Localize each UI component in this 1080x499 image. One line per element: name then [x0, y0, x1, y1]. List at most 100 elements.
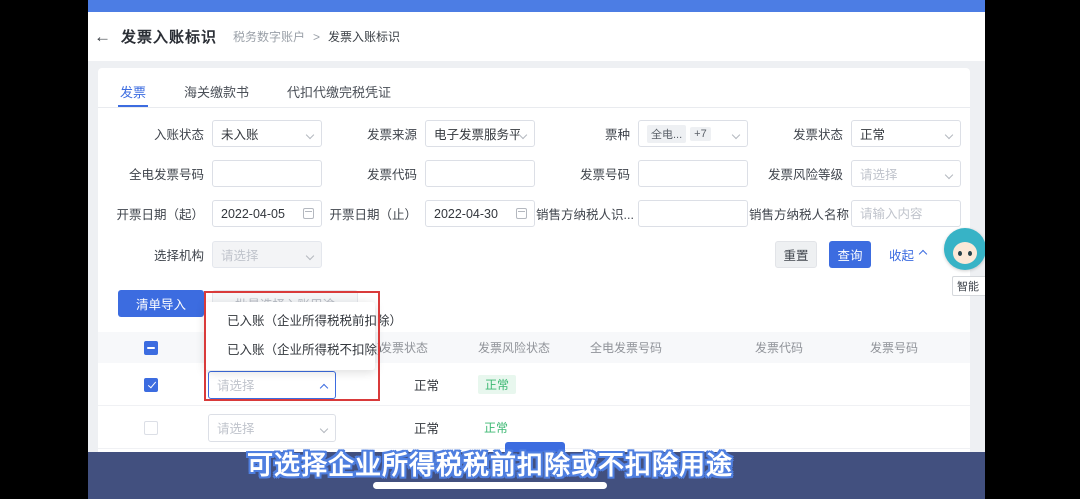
invoice-status-select[interactable]: 正常: [851, 120, 961, 147]
mascot-avatar: [944, 228, 985, 270]
filter-einvoice-number: 全电发票号码: [110, 160, 323, 187]
filter-row-1: 入账状态 未入账 发票来源 电子发票服务平台 票种: [110, 120, 962, 147]
date-start-value: 2022-04-05: [221, 207, 285, 221]
dropdown-option-deductible[interactable]: 已入账（企业所得税税前扣除）: [205, 307, 375, 336]
seller-name-input[interactable]: [860, 207, 952, 221]
invoice-source-label: 发票来源: [323, 124, 425, 143]
row-risk-badge: 正常: [478, 375, 516, 394]
query-button[interactable]: 查询: [829, 241, 871, 268]
chevron-down-icon: [519, 131, 527, 139]
risk-level-label: 发票风险等级: [749, 164, 851, 183]
filter-invoice-status: 发票状态 正常: [749, 120, 962, 147]
row-usage-placeholder: 请选择: [217, 375, 255, 394]
date-start-picker[interactable]: 2022-04-05: [212, 200, 322, 227]
col-einvoice-number: 全电发票号码: [588, 339, 753, 356]
chevron-down-icon: [945, 171, 953, 179]
chevron-down-icon: [320, 424, 328, 432]
invoice-number-input[interactable]: [647, 167, 739, 181]
col-invoice-code: 发票代码: [753, 339, 868, 356]
invoice-number-inputbox: [638, 160, 748, 187]
filter-date-start: 开票日期（起） 2022-04-05: [110, 200, 323, 227]
filter-row-4: 选择机构 请选择 重置 查询 收起: [110, 240, 962, 268]
list-import-button[interactable]: 清单导入: [118, 290, 204, 317]
back-arrow-icon[interactable]: ←: [94, 27, 111, 47]
invoice-code-inputbox: [425, 160, 535, 187]
organization-select[interactable]: 请选择: [212, 241, 322, 268]
organization-label: 选择机构: [110, 245, 212, 264]
tab-withholding[interactable]: 代扣代缴完税凭证: [285, 76, 393, 107]
filter-panel: 入账状态 未入账 发票来源 电子发票服务平台 票种: [110, 120, 962, 268]
invoice-status-label: 发票状态: [749, 124, 851, 143]
row-usage-select[interactable]: 请选择: [208, 414, 336, 442]
ticket-type-label: 票种: [536, 124, 638, 143]
seller-taxid-input[interactable]: [647, 207, 739, 221]
seller-name-label: 销售方纳税人名称: [749, 204, 851, 223]
letterbox-left: [0, 0, 88, 499]
screen: ← 发票入账标识 税务数字账户 > 发票入账标识 发票 海关缴款书 代扣代缴完税…: [0, 0, 1080, 499]
main-card: 发票 海关缴款书 代扣代缴完税凭证 入账状态 未入账 发票来源 电子发: [98, 68, 970, 499]
ticket-type-tag: 全电...: [647, 125, 686, 143]
video-progress-bar[interactable]: [373, 482, 607, 489]
filter-entry-status: 入账状态 未入账: [110, 120, 323, 147]
usage-dropdown-panel: 已入账（企业所得税税前扣除） 已入账（企业所得税不扣除）: [205, 302, 375, 370]
einvoice-number-inputbox: [212, 160, 322, 187]
mascot-eye-icon: [968, 251, 972, 256]
collapse-link[interactable]: 收起: [889, 245, 926, 264]
tab-invoice[interactable]: 发票: [118, 76, 148, 107]
einvoice-number-label: 全电发票号码: [110, 164, 212, 183]
breadcrumb-separator-icon: >: [313, 30, 320, 44]
chevron-up-icon: [919, 250, 927, 258]
tab-customs[interactable]: 海关缴款书: [182, 76, 251, 107]
date-end-label: 开票日期（止）: [323, 204, 425, 223]
dropdown-option-nondeductible[interactable]: 已入账（企业所得税不扣除）: [205, 336, 375, 365]
row-risk-text: 正常: [478, 421, 508, 435]
tab-bar: 发票 海关缴款书 代扣代缴完税凭证: [98, 76, 970, 108]
mascot-face: [953, 242, 977, 264]
row-invoice-status: 正常: [376, 375, 476, 394]
video-subtitle-bar: 可选择企业所得税税前扣除或不扣除用途: [88, 452, 985, 499]
ticket-type-multiselect[interactable]: 全电... +7: [638, 120, 748, 147]
col-risk-status: 发票风险状态: [476, 339, 588, 356]
chevron-down-icon: [306, 251, 314, 259]
risk-level-select[interactable]: 请选择: [851, 160, 961, 187]
filter-date-end: 开票日期（止） 2022-04-30: [323, 200, 536, 227]
entry-status-value: 未入账: [221, 124, 259, 143]
assistant-label: 智能: [952, 276, 985, 296]
entry-status-label: 入账状态: [110, 124, 212, 143]
invoice-code-label: 发票代码: [323, 164, 425, 183]
calendar-icon: [303, 208, 314, 219]
filter-seller-taxid: 销售方纳税人识...: [536, 200, 749, 227]
filter-actions: 重置 查询 收起: [775, 241, 926, 268]
row-checkbox[interactable]: [144, 378, 158, 392]
col-invoice-status: 发票状态: [376, 339, 476, 356]
row-invoice-status: 正常: [376, 418, 476, 437]
row-usage-placeholder: 请选择: [217, 418, 255, 437]
invoice-source-select[interactable]: 电子发票服务平台: [425, 120, 535, 147]
row-usage-select[interactable]: 请选择: [208, 371, 336, 399]
row-checkbox[interactable]: [144, 421, 158, 435]
invoice-code-input[interactable]: [434, 167, 526, 181]
organization-placeholder: 请选择: [221, 245, 259, 264]
filter-ticket-type: 票种 全电... +7: [536, 120, 749, 147]
breadcrumb-root[interactable]: 税务数字账户: [233, 28, 305, 45]
breadcrumb: 税务数字账户 > 发票入账标识: [233, 28, 400, 45]
date-end-picker[interactable]: 2022-04-30: [425, 200, 535, 227]
filter-organization: 选择机构 请选择: [110, 241, 328, 268]
risk-level-placeholder: 请选择: [860, 164, 898, 183]
select-all-checkbox[interactable]: [144, 341, 158, 355]
filter-risk-level: 发票风险等级 请选择: [749, 160, 962, 187]
app-window: ← 发票入账标识 税务数字账户 > 发票入账标识 发票 海关缴款书 代扣代缴完税…: [88, 0, 985, 499]
entry-status-select[interactable]: 未入账: [212, 120, 322, 147]
ticket-type-count-tag: +7: [690, 127, 711, 141]
filter-row-3: 开票日期（起） 2022-04-05 开票日期（止） 2022-04-30 销售…: [110, 200, 962, 227]
invoice-number-label: 发票号码: [536, 164, 638, 183]
seller-taxid-inputbox: [638, 200, 748, 227]
chevron-down-icon: [306, 131, 314, 139]
invoice-source-value: 电子发票服务平台: [434, 124, 520, 143]
collapse-label: 收起: [889, 245, 914, 264]
reset-button[interactable]: 重置: [775, 241, 817, 268]
calendar-icon: [516, 208, 527, 219]
einvoice-number-input[interactable]: [221, 167, 313, 181]
assistant-mascot[interactable]: 智能: [944, 228, 985, 304]
page-header: ← 发票入账标识 税务数字账户 > 发票入账标识: [88, 12, 985, 61]
